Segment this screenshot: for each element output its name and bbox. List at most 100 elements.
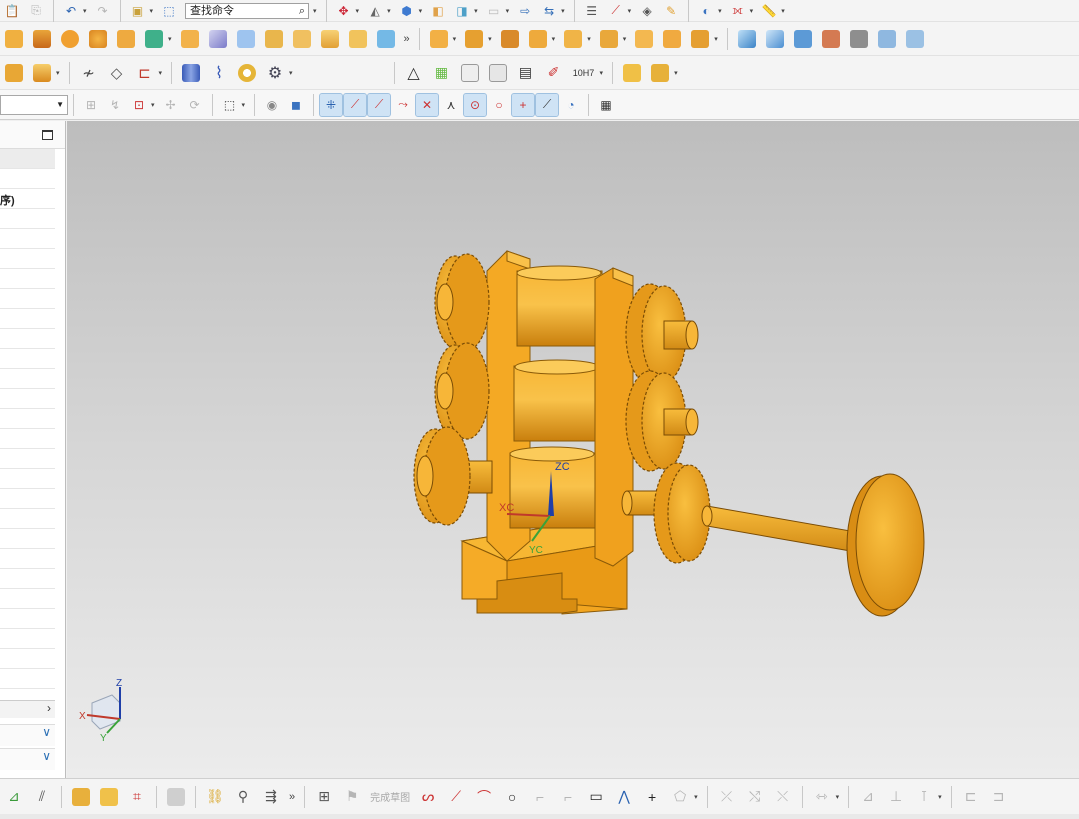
list-item[interactable] bbox=[0, 369, 55, 389]
thicken-icon[interactable] bbox=[373, 26, 399, 52]
fit-symbol-icon[interactable]: 10H7 bbox=[569, 60, 599, 86]
constraint-navigator-icon[interactable]: ⚲ bbox=[230, 784, 256, 810]
pattern-face-icon[interactable] bbox=[57, 26, 83, 52]
snap-intersection-icon[interactable]: ✕ bbox=[415, 92, 440, 117]
quick-extend-icon[interactable]: ⤭ bbox=[742, 784, 768, 810]
assembly-constraints-icon[interactable] bbox=[647, 60, 673, 86]
sketch-direction-icon[interactable]: ⊿ bbox=[1, 784, 27, 810]
finish-sketch-label[interactable]: 完成草图 bbox=[370, 789, 410, 804]
search-icon[interactable]: ⌕ bbox=[299, 4, 305, 18]
layer-icon[interactable]: ☰ bbox=[581, 0, 603, 22]
ruler-dropdown[interactable]: ▾ bbox=[781, 7, 785, 15]
snap-enable-icon[interactable]: ⁜ bbox=[319, 92, 344, 117]
surface-finish-icon[interactable]: ✐ bbox=[541, 60, 567, 86]
sketch-icon[interactable]: ⊞ bbox=[311, 784, 337, 810]
list-item[interactable] bbox=[0, 469, 55, 489]
snap-settings-icon[interactable]: ↯ bbox=[104, 94, 126, 116]
shaded-icon[interactable]: ◼ bbox=[285, 94, 307, 116]
mirror-face-icon[interactable] bbox=[659, 26, 685, 52]
undo-icon[interactable]: ↶ bbox=[60, 0, 82, 22]
command-search-input[interactable]: 查找命令 ⌕ bbox=[185, 2, 310, 19]
view-cube-icon[interactable]: ▣ bbox=[127, 0, 149, 22]
snap-endpoint-icon[interactable]: ⟋ bbox=[343, 92, 368, 117]
feature-dropdown[interactable]: ▾ bbox=[474, 7, 478, 15]
fillet-icon[interactable]: ⌐ bbox=[527, 784, 553, 810]
wave-geometry-icon[interactable] bbox=[163, 784, 189, 810]
handwheel[interactable] bbox=[846, 473, 925, 617]
replace-face-icon[interactable] bbox=[525, 26, 551, 52]
rectangle-select-dropdown[interactable]: ▾ bbox=[242, 101, 246, 109]
mesh-surface-icon[interactable] bbox=[762, 26, 788, 52]
snap-dropdown[interactable]: ▾ bbox=[356, 7, 360, 15]
offset-curve-icon[interactable]: ⬠ bbox=[667, 784, 693, 810]
link-icon[interactable]: ⛓ bbox=[202, 784, 228, 810]
list-item[interactable] bbox=[0, 429, 55, 449]
polygon-icon[interactable]: ⋀ bbox=[611, 784, 637, 810]
draft-icon[interactable] bbox=[317, 26, 343, 52]
trimmed-sheet-icon[interactable] bbox=[233, 26, 259, 52]
ruler-icon[interactable]: 📏 bbox=[758, 0, 780, 22]
datum-feature-icon[interactable] bbox=[485, 60, 511, 86]
move-face-icon[interactable] bbox=[426, 26, 452, 52]
more-overflow-icon[interactable]: » bbox=[404, 33, 410, 45]
show-hide-icon[interactable]: ◐ bbox=[695, 0, 717, 22]
gear-right-middle[interactable] bbox=[625, 370, 699, 472]
list-item[interactable] bbox=[0, 649, 55, 669]
feature-control-frame-icon[interactable] bbox=[457, 60, 483, 86]
assembly-icon[interactable]: ⇆ bbox=[538, 0, 560, 22]
list-item[interactable] bbox=[0, 449, 55, 469]
table-icon[interactable]: ▦ bbox=[429, 60, 455, 86]
snap-point-icon[interactable]: ✥ bbox=[333, 0, 355, 22]
section-curve-dropdown[interactable]: ▾ bbox=[159, 69, 163, 77]
replace-face-dropdown[interactable]: ▾ bbox=[552, 35, 556, 43]
mirror-curve-icon[interactable]: ⇿ bbox=[809, 784, 835, 810]
gear-left-bottom[interactable] bbox=[413, 426, 493, 526]
revolve-icon[interactable] bbox=[1, 60, 27, 86]
mirror-curve-dropdown[interactable]: ▾ bbox=[836, 793, 840, 801]
select-feature-icon[interactable]: ⊡ bbox=[128, 94, 150, 116]
edit-object-icon[interactable]: ✎ bbox=[660, 0, 682, 22]
list-item[interactable] bbox=[0, 289, 55, 309]
list-item[interactable] bbox=[0, 349, 55, 369]
geometric-constraints-icon[interactable]: ⊥ bbox=[883, 784, 909, 810]
grid-icon[interactable]: ▦ bbox=[595, 94, 617, 116]
emboss-icon[interactable] bbox=[261, 26, 287, 52]
resize-blend-dropdown[interactable]: ▾ bbox=[623, 35, 627, 43]
chevron-right-icon[interactable]: › bbox=[47, 701, 51, 715]
exploded-view-icon[interactable]: ⇶ bbox=[258, 784, 284, 810]
snap-quadrant-icon[interactable]: ○ bbox=[488, 94, 510, 116]
gear-modeling-dropdown[interactable]: ▾ bbox=[289, 69, 293, 77]
copy-face-icon[interactable] bbox=[631, 26, 657, 52]
list-item[interactable] bbox=[0, 569, 55, 589]
assembly-dropdown[interactable]: ▾ bbox=[561, 7, 565, 15]
section-curve-icon[interactable]: ⊏ bbox=[132, 60, 158, 86]
chevron-down-icon[interactable]: ∨ bbox=[42, 725, 51, 739]
undo-dropdown[interactable]: ▾ bbox=[83, 7, 87, 15]
alternate-solution-icon[interactable]: ⊐ bbox=[986, 784, 1012, 810]
redo-icon[interactable]: ↷ bbox=[92, 0, 114, 22]
assembly-structure-icon[interactable]: ⌗ bbox=[124, 784, 150, 810]
curve-on-surface-icon[interactable]: ≁ bbox=[76, 60, 102, 86]
list-item[interactable] bbox=[0, 249, 55, 269]
make-corner-icon[interactable]: ⤬ bbox=[770, 784, 796, 810]
surface-dropdown[interactable]: ▾ bbox=[387, 7, 391, 15]
new-component-icon[interactable] bbox=[96, 784, 122, 810]
maximize-icon[interactable] bbox=[42, 130, 53, 140]
body-icon[interactable]: ⬢ bbox=[396, 0, 418, 22]
measure-dropdown[interactable]: ▾ bbox=[628, 7, 632, 15]
swept-icon[interactable] bbox=[790, 26, 816, 52]
selection-scope-icon[interactable]: ⊞ bbox=[80, 94, 102, 116]
list-item[interactable] bbox=[0, 489, 55, 509]
fit-symbol-dropdown[interactable]: ▾ bbox=[600, 69, 604, 77]
move-face-dropdown[interactable]: ▾ bbox=[453, 35, 457, 43]
chevron-down-icon[interactable]: ∨ bbox=[42, 749, 51, 763]
gear-right-top[interactable] bbox=[625, 283, 699, 385]
list-item[interactable] bbox=[0, 509, 55, 529]
quick-trim-icon[interactable]: ⤫ bbox=[714, 784, 740, 810]
snap-center-icon[interactable]: ⊙ bbox=[463, 92, 488, 117]
subtract-dropdown[interactable]: ▾ bbox=[168, 35, 172, 43]
snap-control-point-icon[interactable]: ⤳ bbox=[392, 94, 414, 116]
select-deselect-icon[interactable]: ✢ bbox=[160, 94, 182, 116]
search-dropdown[interactable]: ▾ bbox=[313, 7, 317, 15]
rectangle-select-icon[interactable]: ⬚ bbox=[219, 94, 241, 116]
